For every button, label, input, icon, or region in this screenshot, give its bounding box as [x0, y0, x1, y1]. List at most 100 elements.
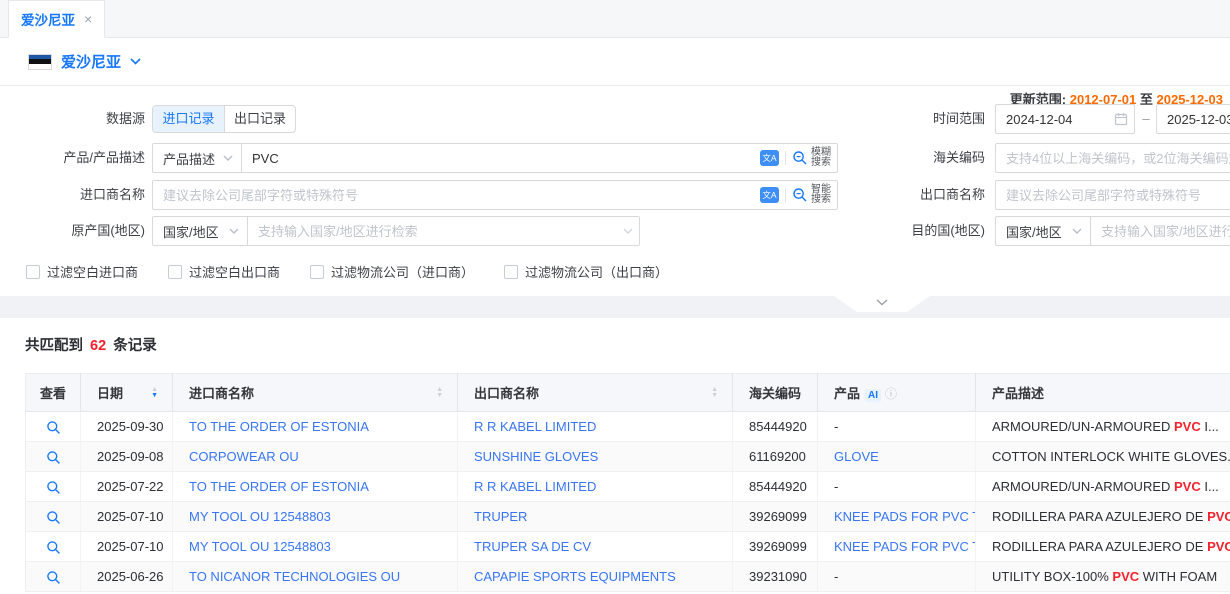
magnifier-icon [46, 450, 61, 465]
cell-product: - [834, 479, 838, 494]
exporter-link[interactable]: SUNSHINE GLOVES [474, 449, 598, 464]
checkbox-icon[interactable] [168, 265, 182, 279]
importer-link[interactable]: TO NICANOR TECHNOLOGIES OU [189, 569, 400, 584]
cell-product[interactable]: GLOVE [834, 449, 879, 464]
cell-description: ARMOURED/UN-ARMOURED PVC I... [976, 472, 1230, 502]
view-record-button[interactable] [46, 450, 61, 465]
hs-code-input[interactable] [996, 144, 1230, 172]
magnifier-icon [46, 510, 61, 525]
importer-link[interactable]: MY TOOL OU 12548803 [189, 509, 331, 524]
exporter-field [995, 180, 1230, 210]
cell-date: 2025-07-10 [81, 532, 173, 562]
destination-search-field [1090, 216, 1230, 246]
cell-hs-code: 85444920 [733, 472, 818, 502]
cell-date: 2025-06-26 [81, 562, 173, 592]
date-to-input[interactable] [1157, 105, 1230, 133]
close-icon[interactable]: × [84, 11, 92, 27]
col-date[interactable]: 日期 ▲▼ [81, 374, 173, 412]
destination-label: 目的国(地区) [0, 216, 985, 246]
results-summary: 共匹配到 62 条记录 [25, 334, 157, 355]
panel-gap [0, 296, 1230, 318]
checkbox-label: 过滤物流公司（进口商） [331, 262, 474, 281]
table-row: 2025-06-26 TO NICANOR TECHNOLOGIES OU CA… [26, 562, 1230, 592]
exporter-link[interactable]: CAPAPIE SPORTS EQUIPMENTS [474, 569, 676, 584]
col-hs-code: 海关编码 [733, 374, 818, 412]
table-row: 2025-09-30 TO THE ORDER OF ESTONIA R R K… [26, 412, 1230, 442]
table-header-row: 查看 日期 ▲▼ 进口商名称 ▲▼ 出口商名称 ▲▼ 海关编码 产品AIⓘ [26, 374, 1230, 412]
col-description: 产品描述 [976, 374, 1230, 412]
checkbox-icon[interactable] [310, 265, 324, 279]
table-row: 2025-07-10 MY TOOL OU 12548803 TRUPER 39… [26, 502, 1230, 532]
cell-date: 2025-09-30 [81, 412, 173, 442]
info-circle-icon[interactable]: ⓘ [885, 387, 897, 401]
exporter-link[interactable]: TRUPER SA DE CV [474, 539, 591, 554]
col-importer[interactable]: 进口商名称 ▲▼ [173, 374, 458, 412]
exporter-link[interactable]: R R KABEL LIMITED [474, 479, 596, 494]
cell-hs-code: 39269099 [733, 502, 818, 532]
exporter-label: 出口商名称 [0, 180, 985, 210]
cell-hs-code: 61169200 [733, 442, 818, 472]
time-range-label: 时间范围 [0, 104, 985, 134]
checkbox-label: 过滤物流公司（出口商） [525, 262, 668, 281]
summary-suffix: 条记录 [113, 338, 157, 354]
chevron-down-icon[interactable] [130, 58, 141, 65]
importer-link[interactable]: TO THE ORDER OF ESTONIA [189, 419, 369, 434]
sort-importer-icon[interactable]: ▲▼ [436, 387, 443, 399]
cell-description: ARMOURED/UN-ARMOURED PVC I... [976, 412, 1230, 442]
cell-hs-code: 85444920 [733, 412, 818, 442]
cell-product[interactable]: KNEE PADS FOR PVC T... [834, 509, 976, 524]
cell-product[interactable]: KNEE PADS FOR PVC T... [834, 539, 976, 554]
importer-link[interactable]: CORPOWEAR OU [189, 449, 299, 464]
estonia-flag-icon [28, 54, 52, 70]
cell-hs-code: 39269099 [733, 532, 818, 562]
exporter-link[interactable]: TRUPER [474, 509, 527, 524]
checkbox-filter-blank-exporter[interactable]: 过滤空白出口商 [168, 262, 280, 281]
cell-description: RODILLERA PARA AZULEJERO DE PVC [976, 502, 1230, 532]
checkbox-filter-blank-importer[interactable]: 过滤空白进口商 [26, 262, 138, 281]
date-from-field [995, 104, 1135, 134]
cell-date: 2025-09-08 [81, 442, 173, 472]
ai-badge: AI [865, 389, 881, 402]
checkbox-label: 过滤空白出口商 [189, 262, 280, 281]
destination-search-input[interactable] [1091, 217, 1230, 245]
table-row: 2025-09-08 CORPOWEAR OU SUNSHINE GLOVES … [26, 442, 1230, 472]
col-exporter[interactable]: 出口商名称 ▲▼ [458, 374, 733, 412]
exporter-link[interactable]: R R KABEL LIMITED [474, 419, 596, 434]
importer-link[interactable]: TO THE ORDER OF ESTONIA [189, 479, 369, 494]
magnifier-icon [46, 420, 61, 435]
table-body: 2025-09-30 TO THE ORDER OF ESTONIA R R K… [26, 412, 1230, 592]
date-from-input[interactable] [996, 105, 1114, 133]
view-record-button[interactable] [46, 420, 61, 435]
cell-date: 2025-07-10 [81, 502, 173, 532]
checkbox-icon[interactable] [504, 265, 518, 279]
checkbox-icon[interactable] [26, 265, 40, 279]
checkbox-filter-logistics-importer[interactable]: 过滤物流公司（进口商） [310, 262, 474, 281]
cell-description: UTILITY BOX-100% PVC WITH FOAM [976, 562, 1230, 592]
cell-hs-code: 39231090 [733, 562, 818, 592]
match-count: 62 [87, 338, 109, 354]
tab-estonia[interactable]: 爱沙尼亚 × [8, 0, 105, 38]
importer-link[interactable]: MY TOOL OU 12548803 [189, 539, 331, 554]
calendar-icon[interactable] [1114, 112, 1134, 126]
checkbox-filter-logistics-exporter[interactable]: 过滤物流公司（出口商） [504, 262, 668, 281]
results-panel: 共匹配到 62 条记录 查看 日期 ▲▼ 进口商名称 ▲▼ 出口商名称 [0, 318, 1230, 594]
date-to-field [1156, 104, 1230, 134]
view-record-button[interactable] [46, 510, 61, 525]
tab-title: 爱沙尼亚 [21, 9, 75, 29]
sort-date-icon[interactable]: ▲▼ [151, 387, 158, 399]
country-name[interactable]: 爱沙尼亚 [61, 51, 121, 72]
view-record-button[interactable] [46, 480, 61, 495]
magnifier-icon [46, 540, 61, 555]
cell-product: - [834, 419, 838, 434]
view-record-button[interactable] [46, 540, 61, 555]
cell-date: 2025-07-22 [81, 472, 173, 502]
summary-prefix: 共匹配到 [25, 338, 83, 354]
sort-exporter-icon[interactable]: ▲▼ [711, 387, 718, 399]
exporter-input[interactable] [996, 181, 1230, 209]
tab-bar: 爱沙尼亚 × [0, 0, 1230, 38]
cell-product: - [834, 569, 838, 584]
destination-country-select[interactable]: 国家/地区 [995, 216, 1091, 246]
col-view: 查看 [26, 374, 81, 412]
view-record-button[interactable] [46, 570, 61, 585]
records-table: 查看 日期 ▲▼ 进口商名称 ▲▼ 出口商名称 ▲▼ 海关编码 产品AIⓘ [25, 373, 1230, 592]
